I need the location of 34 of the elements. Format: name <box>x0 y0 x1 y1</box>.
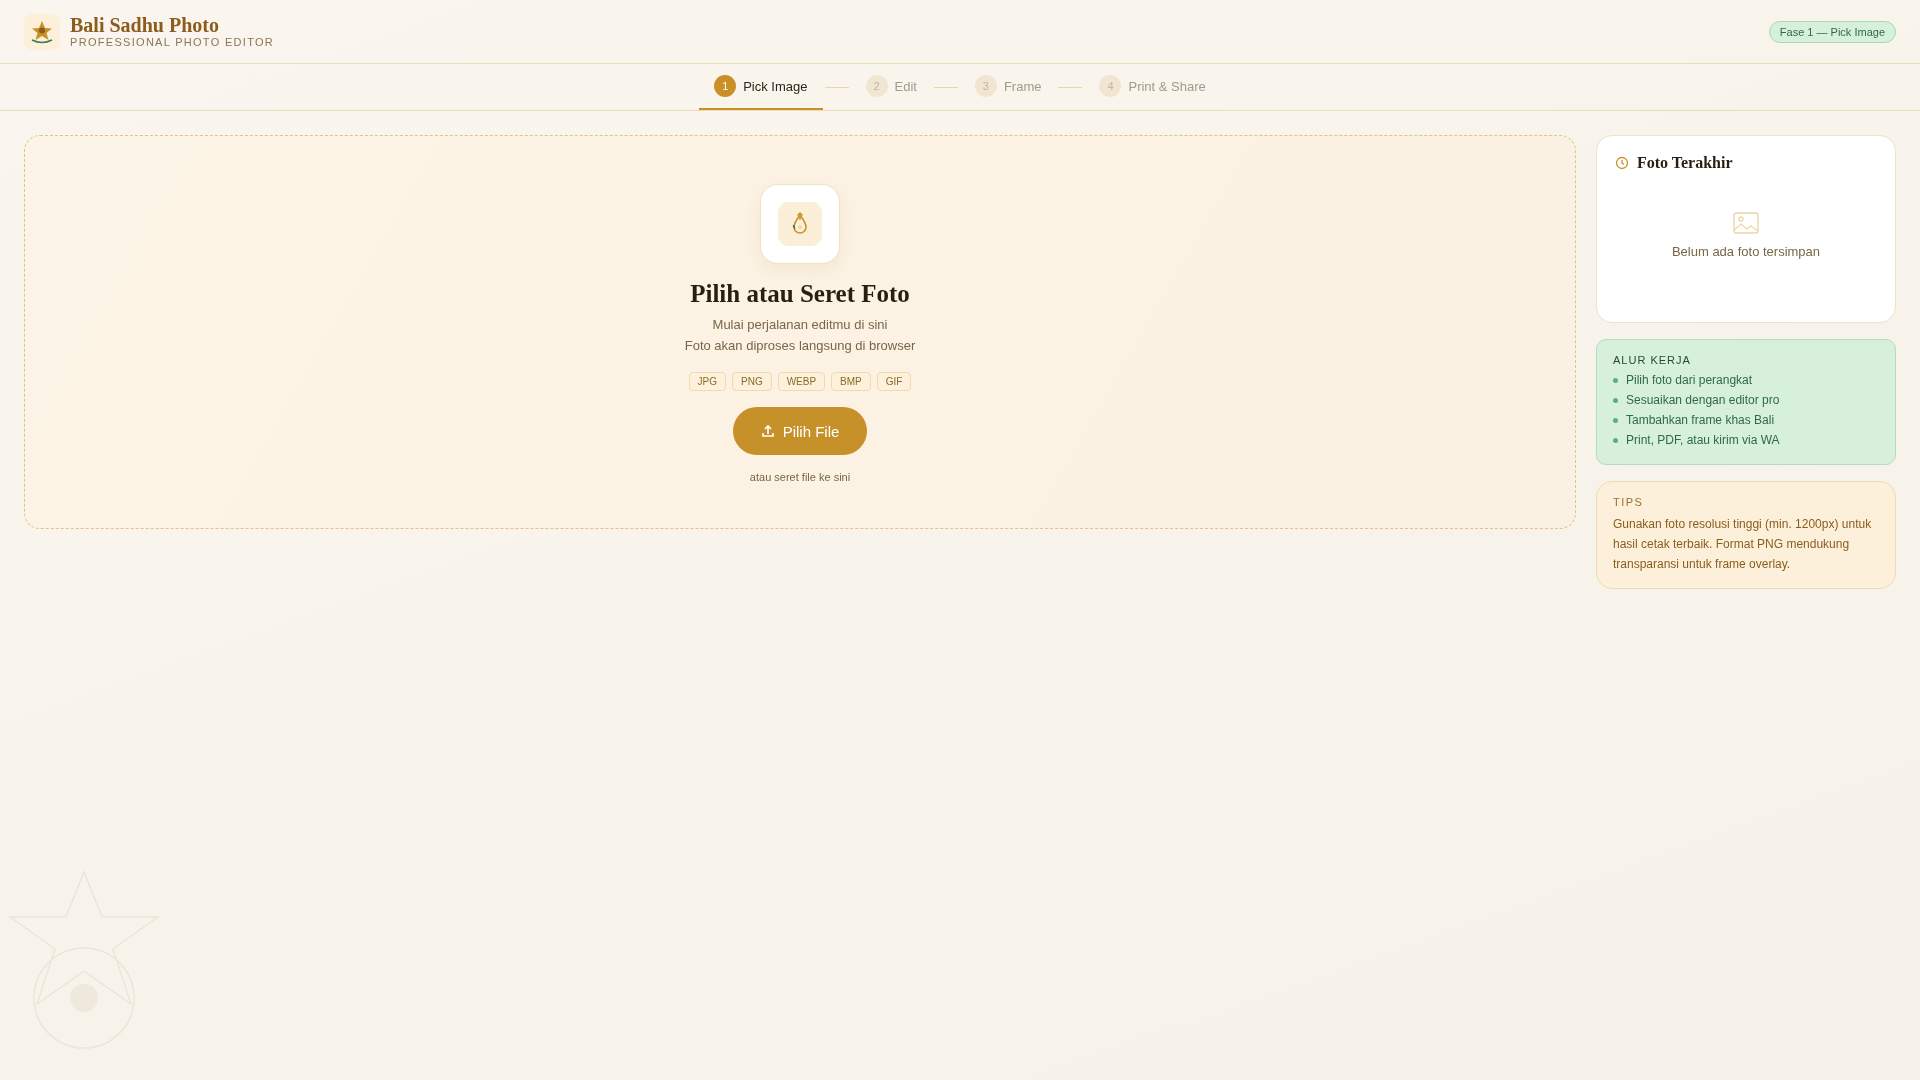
drag-hint: atau seret file ke sini <box>749 471 851 483</box>
dropzone-description: Foto akan diproses langsung di browser <box>684 337 916 355</box>
format-tag: BMP <box>831 372 871 391</box>
phase-badge: Fase 1 — Pick Image <box>1768 20 1896 43</box>
tips-title: TIPS <box>1613 496 1645 508</box>
format-tag: WEBP <box>777 372 826 391</box>
upload-icon <box>760 424 775 438</box>
clock-icon <box>1615 156 1629 170</box>
tips-text: Gunakan foto resolusi tinggi (min. 1200px) untuk hasil cetak terbaik. Format PNG mendukung transparansi untuk frame overlay. <box>1613 516 1873 573</box>
recent-title: Foto Terakhir <box>1637 154 1733 172</box>
step-tab[interactable]: 4 Print & Share <box>1084 64 1221 110</box>
workflow-item: Sesuaikan dengan editor pro <box>1626 392 1780 409</box>
image-icon <box>1733 212 1759 234</box>
workflow-item: Print, PDF, atau kirim via WA <box>1626 432 1780 449</box>
choose-file-button[interactable]: Pilih File <box>732 407 868 455</box>
empty-message: Belum ada foto tersimpan <box>1671 244 1821 259</box>
step-tab[interactable]: 3 Frame <box>959 64 1057 110</box>
step-tab[interactable]: 1 Pick Image <box>699 64 823 110</box>
dropzone-description: Mulai perjalanan editmu di sini <box>712 316 888 334</box>
workflow-item: Pilih foto dari perangkat <box>1626 372 1753 389</box>
bullet-icon <box>1613 437 1618 443</box>
logo-icon <box>24 13 60 50</box>
bullet-icon <box>1613 377 1618 383</box>
app-subtitle: PROFESSIONAL PHOTO EDITOR <box>70 36 275 49</box>
app-title: Bali Sadhu Photo <box>70 14 220 36</box>
workflow-title: ALUR KERJA <box>1613 354 1692 366</box>
format-tag: JPG <box>688 372 726 391</box>
bullet-icon <box>1613 417 1618 423</box>
dropzone-title: Pilih atau Seret Foto <box>690 280 910 308</box>
format-tag: GIF <box>876 372 912 391</box>
format-tag: PNG <box>732 372 772 391</box>
workflow-item: Tambahkan frame khas Bali <box>1626 412 1775 429</box>
bullet-icon <box>1613 397 1618 403</box>
drop-zone[interactable]: Pilih atau Seret Foto Mulai perjalanan editmu di sini Foto akan diproses langsung di browser JPG PNG WEBP BMP GIF Pilih File atau seret file ke sini <box>24 135 1576 529</box>
